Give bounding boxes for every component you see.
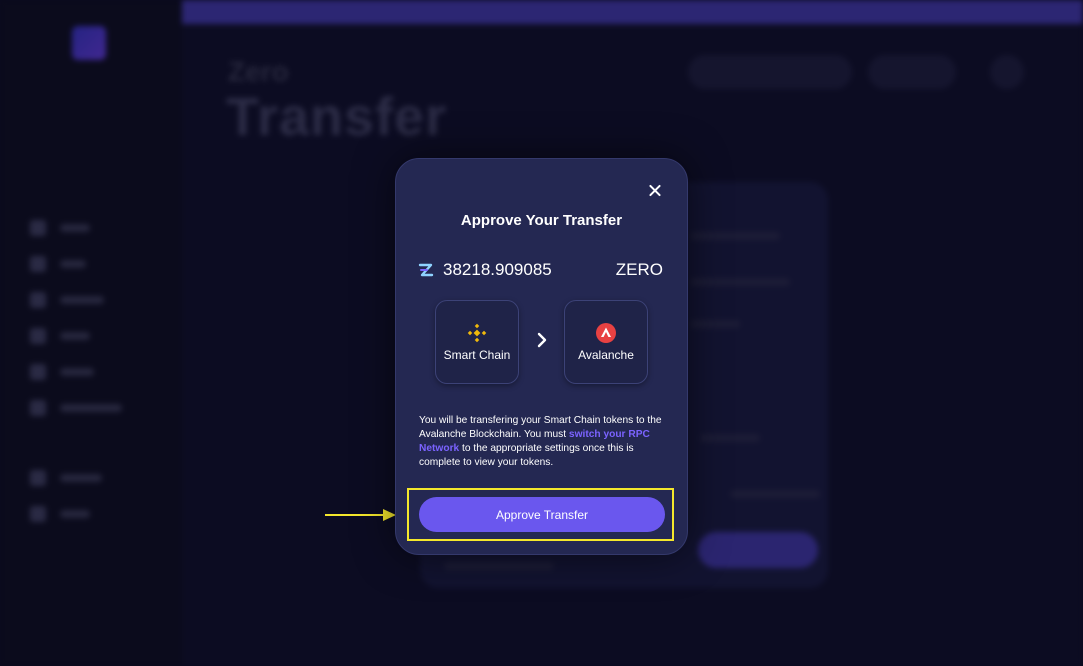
nav-icon [30, 470, 46, 486]
page-title: Transfer [226, 87, 448, 147]
card-line [690, 278, 790, 286]
nav-label [60, 474, 102, 482]
card-line [700, 434, 760, 442]
sidebar-item[interactable] [30, 390, 122, 426]
nav-icon [30, 506, 46, 522]
card-line [444, 562, 554, 570]
sidebar-item[interactable] [30, 282, 122, 318]
network-selector[interactable] [688, 55, 852, 89]
screen: Zero Transfer Approve Your Transfer 3821… [0, 0, 1083, 666]
sidebar-item[interactable] [30, 354, 122, 390]
to-chain-card: Avalanche [564, 300, 648, 384]
avalanche-icon [596, 322, 616, 343]
sidebar-item[interactable] [30, 460, 122, 496]
card-line [690, 232, 780, 240]
sidebar-item[interactable] [30, 246, 122, 282]
modal-title: Approve Your Transfer [460, 212, 623, 229]
approve-transfer-button[interactable]: Approve Transfer [419, 497, 665, 532]
nav-label [60, 332, 90, 340]
sidebar-item[interactable] [30, 210, 122, 246]
nav-label [60, 404, 122, 412]
sidebar [0, 0, 182, 666]
nav-label [60, 260, 86, 268]
nav-icon [30, 220, 46, 236]
settings-button[interactable] [990, 55, 1024, 89]
nav-icon [30, 328, 46, 344]
sidebar-item[interactable] [30, 318, 122, 354]
chevron-right-icon [537, 332, 547, 348]
transfer-description: You will be transfering your Smart Chain… [419, 414, 667, 470]
from-chain-card: Smart Chain [435, 300, 519, 384]
background-submit-button[interactable] [698, 532, 818, 568]
sidebar-item[interactable] [30, 496, 122, 532]
nav-icon [30, 400, 46, 416]
nav-label [60, 296, 104, 304]
card-line [690, 320, 740, 328]
nav-icon [30, 364, 46, 380]
annotation-arrow-line [325, 514, 385, 516]
nav-label [60, 510, 90, 518]
amount-row: 38218.909085 ZERO [418, 259, 663, 281]
close-icon[interactable] [647, 183, 663, 199]
page-subtitle: Zero [228, 56, 289, 87]
app-logo [72, 26, 106, 60]
nav-icon [30, 256, 46, 272]
zero-token-icon [418, 263, 434, 277]
from-chain-label: Smart Chain [443, 347, 511, 362]
approve-transfer-modal: Approve Your Transfer 38218.909085 ZERO … [395, 158, 688, 555]
wallet-button[interactable] [868, 55, 956, 89]
nav-icon [30, 292, 46, 308]
sidebar-nav [30, 210, 122, 532]
token-symbol: ZERO [615, 260, 663, 279]
top-banner [182, 0, 1083, 24]
to-chain-label: Avalanche [578, 347, 634, 362]
transfer-amount: 38218.909085 [443, 260, 552, 279]
card-line [730, 490, 820, 498]
nav-label [60, 224, 90, 232]
nav-label [60, 368, 94, 376]
bnb-icon [467, 323, 487, 342]
